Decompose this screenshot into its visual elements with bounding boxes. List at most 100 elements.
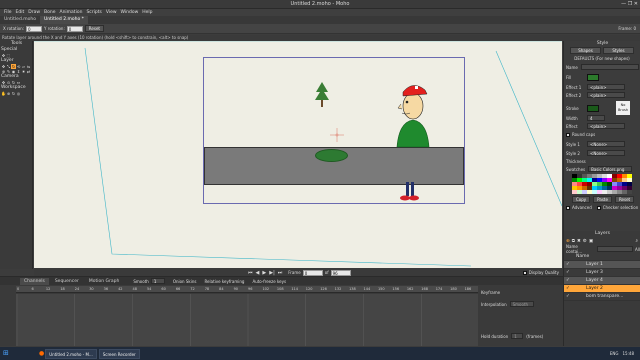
- window-controls[interactable]: — ❐ ✕: [621, 1, 638, 7]
- menu-scripts[interactable]: Scripts: [86, 10, 101, 15]
- search-layers-icon[interactable]: ⌕: [635, 238, 638, 244]
- tab-motion-graph[interactable]: Motion Graph: [85, 278, 124, 285]
- last-frame-icon[interactable]: ⏭: [278, 270, 283, 276]
- menu-draw[interactable]: Draw: [28, 10, 40, 15]
- visibility-icon[interactable]: ✓: [566, 278, 572, 283]
- copy-button[interactable]: Copy: [572, 196, 591, 203]
- x-rotation-label: X rotation:: [3, 26, 25, 31]
- menu-animation[interactable]: Animation: [59, 10, 82, 15]
- menu-file[interactable]: File: [4, 10, 12, 15]
- paste-button[interactable]: Paste: [593, 196, 612, 203]
- frame-ruler[interactable]: 0 6 12 18 24 30 36 42 48 54 60 66 72 78 84 90 96 102 108 11…: [16, 286, 478, 293]
- reset-button[interactable]: Reset: [84, 25, 104, 32]
- start-icon[interactable]: ⊞: [3, 349, 13, 358]
- tool-options-bar: X rotation: 0 Y rotation: 0 Reset Frame:…: [0, 24, 640, 34]
- effect2-select[interactable]: <plain>: [587, 92, 625, 98]
- visibility-icon[interactable]: ✓: [566, 270, 572, 275]
- frame-input[interactable]: 0: [302, 269, 323, 276]
- keyframe-label: Keyframe: [481, 290, 501, 295]
- taskbar-moho[interactable]: Untitled 2.moho - M...: [45, 348, 97, 359]
- smooth-value[interactable]: 1: [150, 278, 165, 284]
- menu-bar: File Edit Draw Bone Animation Scripts Vi…: [0, 9, 640, 16]
- group-icon[interactable]: ▣: [589, 239, 593, 244]
- tab-channels[interactable]: Channels: [20, 277, 49, 285]
- tab-untitled-2[interactable]: Untitled 2.moho *: [39, 16, 88, 24]
- advanced-checkbox[interactable]: [566, 205, 570, 210]
- visibility-icon[interactable]: ✓: [566, 286, 572, 291]
- style-reset-button[interactable]: Reset: [614, 196, 635, 203]
- effect1-select[interactable]: <plain>: [587, 84, 625, 90]
- menu-bone[interactable]: Bone: [44, 10, 55, 15]
- interpolation-select[interactable]: Smooth: [509, 301, 534, 307]
- end-frame-input[interactable]: 96: [330, 269, 351, 276]
- auto-freeze-label[interactable]: Auto-freeze keys: [252, 279, 286, 284]
- name-field[interactable]: [580, 64, 639, 70]
- layer-row[interactable]: ✓ Layer 1: [564, 261, 640, 269]
- language-indicator[interactable]: ENG: [610, 351, 619, 356]
- frames-label: (frames): [526, 333, 544, 339]
- effect-label: Effect: [566, 123, 578, 129]
- layer-row[interactable]: ✓ Layer 2: [564, 285, 640, 293]
- fill-color-swatch[interactable]: [587, 74, 599, 81]
- swatches-select[interactable]: Basic Colors.png: [588, 166, 633, 172]
- tab-styles[interactable]: Styles: [603, 47, 634, 54]
- first-frame-icon[interactable]: ⏮: [248, 270, 253, 276]
- menu-edit[interactable]: Edit: [16, 10, 25, 15]
- visibility-icon[interactable]: ✓: [566, 294, 572, 299]
- round-caps-checkbox[interactable]: [566, 132, 570, 137]
- ruler-tick-label: 6: [31, 287, 34, 291]
- hold-duration-input[interactable]: 1: [511, 333, 524, 339]
- workspace-tools: ✋ ⊕ ↻ ◎: [0, 91, 32, 96]
- orbit-icon[interactable]: ◎: [16, 91, 21, 96]
- tree-icon[interactable]: [314, 82, 330, 108]
- onion-skins-label[interactable]: Onion Skins: [173, 279, 197, 284]
- ruler-tick-label: 0: [17, 287, 20, 291]
- track-lines: [16, 294, 422, 346]
- no-brush-button[interactable]: No Brush: [616, 101, 630, 115]
- layer-row[interactable]: ✓ bom transpare...: [564, 293, 640, 301]
- delete-layer-icon[interactable]: ✖: [577, 239, 581, 244]
- play-icon[interactable]: ▶: [262, 270, 266, 276]
- timeline-tracks[interactable]: [16, 294, 478, 346]
- title-bar: Untitled 2.moho - Moho — ❐ ✕: [0, 0, 640, 9]
- effect-select[interactable]: <plain>: [587, 123, 625, 129]
- y-rotation-input[interactable]: 0: [66, 25, 83, 32]
- width-field[interactable]: 4: [587, 115, 605, 121]
- menu-window[interactable]: Window: [121, 10, 139, 15]
- display-quality-checkbox[interactable]: [522, 270, 527, 275]
- ruler-tick-label: 108: [276, 287, 284, 291]
- stroke-color-swatch[interactable]: [587, 104, 599, 112]
- filter-all[interactable]: All: [635, 247, 640, 252]
- name-filter-input[interactable]: [597, 246, 634, 252]
- tab-untitled[interactable]: Untitled.moho: [0, 16, 40, 24]
- prev-frame-icon[interactable]: ◀: [256, 270, 260, 276]
- layer-name: Layer 4: [586, 278, 603, 283]
- taskbar-screen-recorder[interactable]: Screen Recorder: [98, 348, 140, 359]
- x-rotation-input[interactable]: 0: [26, 25, 43, 32]
- style1-select[interactable]: <None>: [587, 141, 625, 147]
- defaults-label: DEFAULTS (For new shapes): [574, 56, 630, 61]
- menu-view[interactable]: View: [106, 10, 117, 15]
- new-layer-icon[interactable]: ⊕: [566, 239, 570, 244]
- browser-icon[interactable]: ●: [39, 350, 44, 357]
- smooth-label[interactable]: Smooth: [133, 279, 148, 284]
- layer-row[interactable]: ✓ Layer 4: [564, 277, 640, 285]
- menu-help[interactable]: Help: [142, 10, 152, 15]
- ruler-tick-label: 36: [103, 287, 109, 291]
- tab-sequencer[interactable]: Sequencer: [51, 278, 83, 285]
- ruler-tick-label: 78: [204, 287, 210, 291]
- visibility-icon[interactable]: ✓: [566, 262, 572, 267]
- layer-row[interactable]: ✓ Layer 3: [564, 269, 640, 277]
- tab-shapes[interactable]: Shapes: [570, 47, 601, 54]
- layer-settings-icon[interactable]: ⚙: [583, 239, 587, 244]
- switch-icon[interactable]: ⇄: [26, 69, 31, 74]
- relative-keyframing-label[interactable]: Relative keyframing: [204, 279, 244, 284]
- next-frame-icon[interactable]: ▶|: [269, 270, 275, 276]
- swatch-palette[interactable]: [572, 174, 640, 194]
- grass-patch[interactable]: [315, 149, 348, 162]
- effect1-label: Effect 1: [566, 84, 582, 90]
- of-label: of: [324, 270, 329, 275]
- character-figure[interactable]: [393, 78, 433, 204]
- checker-checkbox[interactable]: [596, 205, 601, 210]
- style2-select[interactable]: <None>: [587, 150, 625, 156]
